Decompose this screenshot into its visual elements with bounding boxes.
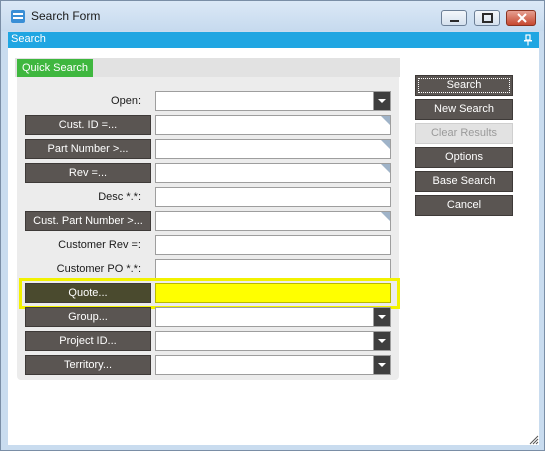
open-dropdown[interactable] [155, 91, 391, 111]
desc-label: Desc *.*: [98, 191, 141, 203]
search-button[interactable]: Search [415, 75, 513, 96]
title-bar[interactable]: Search Form [1, 1, 544, 31]
customer-po-field[interactable] [155, 259, 391, 279]
options-button[interactable]: Options [415, 147, 513, 168]
customer-rev-field[interactable] [155, 235, 391, 255]
cust-part-number-field[interactable] [155, 211, 391, 231]
part-number-button[interactable]: Part Number >... [25, 139, 151, 159]
panel-title: Search [11, 33, 46, 45]
base-search-button[interactable]: Base Search [415, 171, 513, 192]
minimize-button[interactable] [441, 10, 467, 26]
open-label: Open: [111, 95, 141, 107]
quote-field[interactable] [155, 283, 391, 303]
desc-field[interactable] [155, 187, 391, 207]
rev-button[interactable]: Rev =... [25, 163, 151, 183]
chevron-down-icon[interactable] [373, 332, 390, 350]
close-button[interactable] [506, 10, 536, 26]
cancel-button[interactable]: Cancel [415, 195, 513, 216]
cust-id-field[interactable] [155, 115, 391, 135]
customer-po-label: Customer PO *.*: [56, 263, 141, 275]
group-button[interactable]: Group... [25, 307, 151, 327]
minimize-icon [450, 20, 459, 22]
rev-field[interactable] [155, 163, 391, 183]
chevron-down-icon[interactable] [373, 308, 390, 326]
chevron-down-icon[interactable] [373, 92, 390, 110]
close-icon [517, 13, 527, 23]
search-panel-header: Search [8, 32, 539, 48]
project-id-dropdown[interactable] [155, 331, 391, 351]
quote-button[interactable]: Quote... [25, 283, 151, 303]
project-id-button[interactable]: Project ID... [25, 331, 151, 351]
customer-rev-label: Customer Rev =: [58, 239, 141, 251]
cust-id-button[interactable]: Cust. ID =... [25, 115, 151, 135]
part-number-field[interactable] [155, 139, 391, 159]
maximize-button[interactable] [474, 10, 500, 26]
chevron-down-icon[interactable] [373, 356, 390, 374]
tab-quick-search[interactable]: Quick Search [17, 59, 93, 77]
resize-grip-icon[interactable] [527, 433, 539, 445]
app-icon [11, 10, 25, 23]
maximize-icon [482, 13, 493, 23]
new-search-button[interactable]: New Search [415, 99, 513, 120]
window-title: Search Form [31, 9, 101, 23]
territory-dropdown[interactable] [155, 355, 391, 375]
clear-results-button: Clear Results [415, 123, 513, 144]
group-dropdown[interactable] [155, 307, 391, 327]
pin-icon[interactable] [523, 34, 533, 46]
territory-button[interactable]: Territory... [25, 355, 151, 375]
cust-part-number-button[interactable]: Cust. Part Number >... [25, 211, 151, 231]
